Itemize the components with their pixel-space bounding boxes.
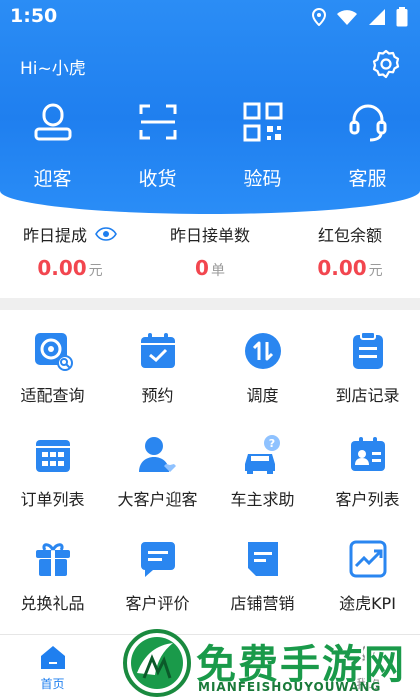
- quick-action-receive[interactable]: 收货: [105, 100, 210, 195]
- grid-item-customer-reviews[interactable]: 客户评价: [105, 538, 210, 642]
- grid-item-dispatch[interactable]: 调度: [210, 330, 315, 434]
- grid-item-label: 客户列表: [335, 490, 400, 509]
- grid-item-fitment-search[interactable]: 适配查询: [0, 330, 105, 434]
- tab-learn[interactable]: 学习: [105, 635, 210, 700]
- quick-action-label: 验码: [243, 168, 282, 190]
- quick-actions: 迎客 收货 验码 客服: [0, 100, 420, 195]
- grid-item-label: 调度: [246, 386, 279, 405]
- grid-row: 兑换礼品 客户评价 店铺营销 途虎KPI: [0, 538, 420, 642]
- grid-item-label: 途虎KPI: [339, 594, 396, 613]
- grid-item-roadside-help[interactable]: ? 车主求助: [210, 434, 315, 538]
- swap-arrows-icon: [244, 333, 281, 369]
- svg-text:?: ?: [268, 437, 274, 450]
- stat-orders: 昨日接单数 0 单: [140, 222, 280, 292]
- eye-icon[interactable]: [95, 227, 117, 241]
- stat-commission: 昨日提成 0.00 元: [0, 222, 140, 292]
- location-icon: [312, 8, 326, 26]
- grid-item-label: 预约: [141, 386, 174, 405]
- grid-item-vip-welcome[interactable]: 大客户迎客: [105, 434, 210, 538]
- tab-label: 学习: [145, 677, 170, 691]
- grid-item-label: 适配查询: [20, 386, 85, 405]
- target-search-icon: [34, 333, 73, 371]
- headset-icon: [349, 104, 386, 142]
- tab-placeholder-icon: [251, 646, 274, 668]
- tab-mine[interactable]: 我的: [315, 635, 420, 700]
- stat-title: 红包余额: [317, 226, 382, 245]
- wifi-icon: [337, 10, 357, 25]
- calendar-check-icon: [140, 333, 175, 368]
- quick-action-verify-code[interactable]: 验码: [210, 100, 315, 195]
- stat-title: 昨日接单数: [169, 226, 250, 245]
- car-help-icon: ?: [244, 435, 280, 474]
- calendar-grid-icon: [35, 440, 70, 472]
- stat-title-wrap: 红包余额: [318, 222, 382, 246]
- vip-person-icon: [138, 437, 176, 472]
- gear-icon: [372, 49, 400, 79]
- grid-item-label: 客户评价: [125, 594, 190, 613]
- stat-value: 0 单: [195, 256, 225, 280]
- stat-number: 0: [195, 256, 209, 280]
- quick-action-label: 迎客: [33, 168, 72, 190]
- grid-item-label: 大客户迎客: [117, 490, 198, 509]
- tab-third[interactable]: [210, 635, 315, 700]
- grid-item-label: 订单列表: [20, 490, 85, 509]
- status-icons: [312, 7, 408, 27]
- section-divider: [0, 298, 420, 310]
- grid-item-customer-list[interactable]: 客户列表: [315, 434, 420, 538]
- stat-title: 昨日提成: [22, 226, 87, 245]
- quick-action-label: 收货: [138, 168, 177, 190]
- gift-icon: [35, 543, 70, 576]
- tab-label: 我的: [355, 677, 380, 691]
- status-bar: 1:50: [0, 0, 420, 34]
- settings-button[interactable]: [370, 48, 402, 80]
- store-document-icon: [247, 542, 278, 576]
- battery-icon: [396, 7, 408, 27]
- function-grid: 适配查询 预约 调度 到店记录 订单列表 大客户迎客 ? 车主求助 客户列表 兑…: [0, 330, 420, 642]
- signal-icon: [369, 9, 385, 25]
- grid-item-store-visits[interactable]: 到店记录: [315, 330, 420, 434]
- grid-item-appointment[interactable]: 预约: [105, 330, 210, 434]
- stat-red-packet: 红包余额 0.00 元: [280, 222, 420, 292]
- quick-action-welcome[interactable]: 迎客: [0, 100, 105, 195]
- stat-title-wrap: 昨日提成: [23, 222, 117, 246]
- grid-item-label: 车主求助: [230, 490, 295, 509]
- tab-home[interactable]: 首页: [0, 635, 105, 700]
- book-icon: [146, 645, 169, 669]
- clipboard-icon: [352, 331, 383, 369]
- stat-value: 0.00 元: [317, 256, 382, 280]
- user-icon: [355, 645, 380, 670]
- header-banner: 1:50 Hi~小虎 迎客 收货 验码 客服: [0, 0, 420, 214]
- stat-unit: 元: [88, 263, 103, 279]
- qr-code-icon: [243, 102, 282, 142]
- grid-item-kpi[interactable]: 途虎KPI: [315, 538, 420, 642]
- status-time: 1:50: [10, 5, 58, 27]
- stat-number: 0.00: [37, 256, 87, 280]
- quick-action-label: 客服: [348, 168, 387, 190]
- trend-chart-icon: [349, 540, 386, 578]
- greeting-text: Hi~小虎: [20, 59, 86, 79]
- grid-item-order-list[interactable]: 订单列表: [0, 434, 105, 538]
- person-icon: [34, 103, 71, 141]
- stat-unit: 元: [368, 263, 383, 279]
- grid-item-label: 兑换礼品: [20, 594, 85, 613]
- chat-bubble-icon: [140, 542, 175, 577]
- home-icon: [40, 646, 65, 669]
- stat-value: 0.00 元: [37, 256, 102, 280]
- quick-action-customer-service[interactable]: 客服: [315, 100, 420, 195]
- grid-item-label: 到店记录: [335, 386, 400, 405]
- tab-label: 首页: [40, 677, 65, 691]
- scan-icon: [139, 104, 176, 140]
- contact-card-icon: [350, 437, 385, 471]
- stat-title-wrap: 昨日接单数: [170, 222, 250, 246]
- grid-item-store-marketing[interactable]: 店铺营销: [210, 538, 315, 642]
- stats-row: 昨日提成 0.00 元 昨日接单数 0 单 红包余额 0.00 元: [0, 222, 420, 292]
- grid-row: 适配查询 预约 调度 到店记录: [0, 330, 420, 434]
- grid-item-label: 店铺营销: [230, 594, 295, 613]
- grid-item-gift-exchange[interactable]: 兑换礼品: [0, 538, 105, 642]
- bottom-tab-bar: 首页 学习 我的: [0, 634, 420, 700]
- grid-row: 订单列表 大客户迎客 ? 车主求助 客户列表: [0, 434, 420, 538]
- stat-number: 0.00: [317, 256, 367, 280]
- stat-unit: 单: [210, 263, 225, 279]
